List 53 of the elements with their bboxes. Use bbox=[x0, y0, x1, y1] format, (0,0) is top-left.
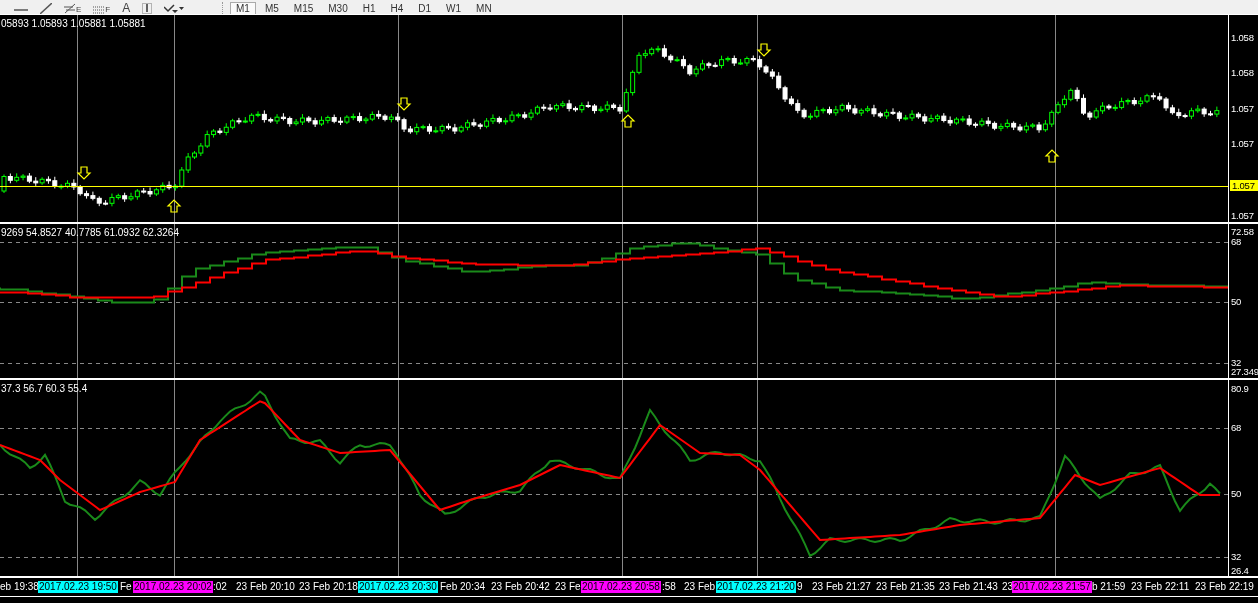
price-label: 1.058 bbox=[1231, 67, 1254, 78]
scale-label: 32 bbox=[1231, 357, 1242, 368]
timeframe-button[interactable]: MN bbox=[470, 2, 498, 14]
timeframe-button[interactable]: W1 bbox=[440, 2, 468, 14]
scale-label: 68 bbox=[1231, 236, 1242, 247]
price-readout: 05893 1.05893 1.05881 1.05881 bbox=[1, 18, 146, 29]
price-label: 1.057 bbox=[1231, 138, 1254, 149]
timeframe-button[interactable]: M30 bbox=[322, 2, 354, 14]
time-label: 23 Feb 22:11 bbox=[1131, 581, 1190, 593]
scale-label: 68 bbox=[1231, 422, 1242, 433]
fibonacci-tool[interactable]: E bbox=[64, 2, 82, 14]
text-tool[interactable]: A bbox=[122, 2, 131, 14]
price-label: 1.057 bbox=[1230, 180, 1258, 191]
price-label: 1.057 bbox=[1231, 103, 1254, 114]
timeframe-button[interactable]: M15 bbox=[287, 2, 320, 14]
scale-label: 50 bbox=[1231, 296, 1242, 307]
time-label: 23 Feb 20:10 bbox=[236, 581, 295, 593]
time-label: 23 Feb 20:42 bbox=[491, 581, 550, 593]
indicator-readout: 9269 54.8527 40.7785 61.0932 62.3264 bbox=[1, 227, 179, 238]
scale-label: 50 bbox=[1231, 488, 1242, 499]
timeframe-button[interactable]: H4 bbox=[384, 2, 410, 14]
time-label: :58 bbox=[662, 581, 676, 593]
time-label: 23 Feb bbox=[684, 581, 716, 593]
time-marker: 2017.02.23 20:02 bbox=[133, 581, 213, 593]
timeframe-button[interactable]: H1 bbox=[356, 2, 382, 14]
time-label: 9 bbox=[797, 581, 803, 593]
scale-label: 26.4 bbox=[1231, 565, 1249, 576]
time-label: Fe bbox=[120, 581, 132, 593]
time-label: Feb 20:34 bbox=[440, 581, 486, 593]
time-label: 23 Feb 21:43 bbox=[939, 581, 998, 593]
price-label: 1.058 bbox=[1231, 32, 1254, 43]
timeframe-button[interactable]: D1 bbox=[412, 2, 438, 14]
time-label: 23 Feb 20:18 bbox=[299, 581, 358, 593]
time-label: 23 Fe bbox=[555, 581, 581, 593]
scale-label: 80.9 bbox=[1231, 383, 1249, 394]
time-marker: 2017.02.23 21:57 bbox=[1012, 581, 1092, 593]
time-label: :02 bbox=[213, 581, 227, 593]
time-marker: 2017.02.23 20:58 bbox=[581, 581, 661, 593]
time-marker: 2017.02.23 19:50 bbox=[38, 581, 118, 593]
time-label: 23 Feb 21:27 bbox=[812, 581, 871, 593]
timeframe-button[interactable]: M1 bbox=[230, 2, 256, 14]
timeframe-button[interactable]: M5 bbox=[258, 2, 285, 14]
indicator-readout: 37.3 56.7 60.3 55.4 bbox=[1, 383, 88, 394]
time-label: b 21:59 bbox=[1092, 581, 1126, 593]
scale-label: 72.58 bbox=[1231, 226, 1254, 237]
scale-label: 32 bbox=[1231, 551, 1242, 562]
time-marker: 2017.02.23 20:30 bbox=[358, 581, 438, 593]
price-label: 1.057 bbox=[1231, 210, 1254, 221]
scale-label: 27.349 bbox=[1231, 366, 1258, 377]
time-label: 23 Feb 22:19 bbox=[1195, 581, 1254, 593]
time-label: 23 Feb 21:35 bbox=[876, 581, 935, 593]
fibonacci-grid-tool[interactable]: F bbox=[93, 2, 111, 14]
time-marker: 2017.02.23 21:20 bbox=[716, 581, 796, 593]
